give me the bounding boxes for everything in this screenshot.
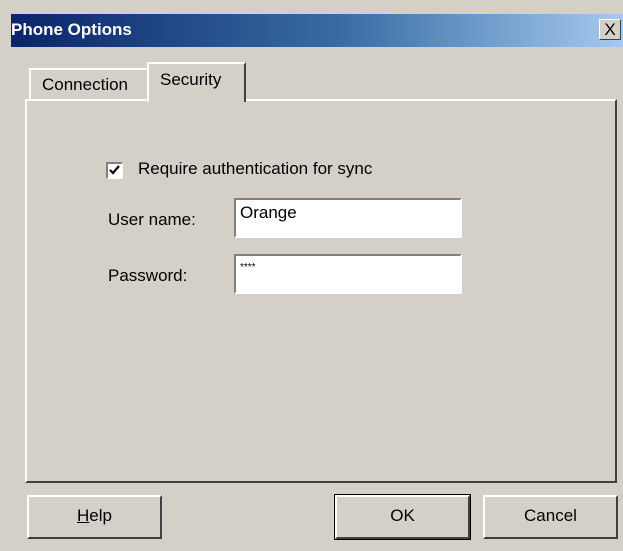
tab-security-label: Security [160,70,222,89]
tab-connection-label: Connection [42,75,129,94]
user-name-label: User name: [108,210,196,229]
require-auth-checkbox[interactable] [106,162,123,179]
close-button[interactable]: X [599,19,621,40]
help-button[interactable]: Help [27,495,162,539]
ok-button-label: OK [390,506,415,525]
cancel-button-label: Cancel [524,506,577,525]
cancel-button[interactable]: Cancel [483,495,618,539]
require-auth-label[interactable]: Require authentication for sync [138,159,372,179]
tab-connection[interactable]: Connection [29,68,149,100]
title-bar: Phone Options X [11,14,623,47]
password-label: Password: [108,266,188,285]
tab-security[interactable]: Security [147,62,246,102]
user-name-field[interactable]: Orange [234,198,462,238]
window-title: Phone Options [11,20,132,39]
ok-button[interactable]: OK [334,494,471,540]
checkmark-icon [109,165,120,175]
close-icon: X [604,20,616,39]
password-field[interactable]: **** [234,254,462,294]
help-button-label: Help [77,506,112,525]
